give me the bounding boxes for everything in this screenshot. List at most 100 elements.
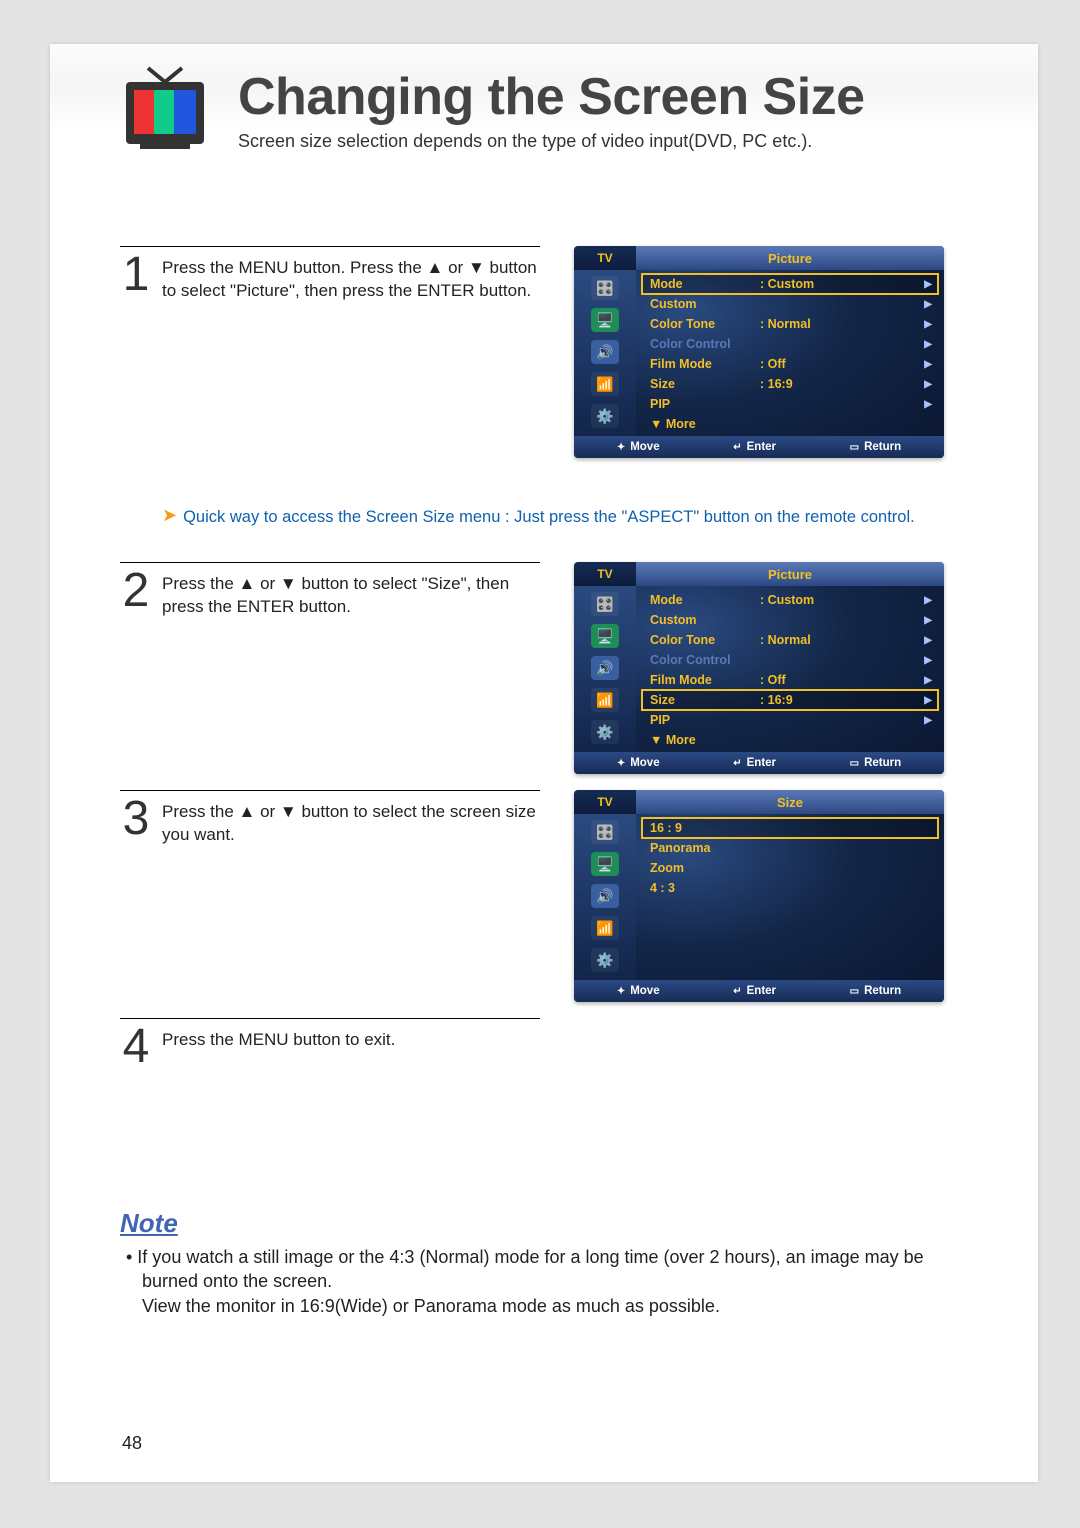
channel-category-icon: 📶 (591, 688, 619, 712)
note-body: • If you watch a still image or the 4:3 … (120, 1245, 968, 1318)
osd-menu-item[interactable]: Color Control ▶ (642, 334, 938, 354)
osd-menu-item[interactable] (642, 918, 938, 938)
updown-icon: ✦ (617, 442, 625, 453)
chevron-right-icon: ▶ (924, 319, 932, 330)
updown-icon: ✦ (617, 758, 625, 769)
osd-item-label: Mode (650, 593, 760, 607)
step-text: Press the MENU button. Press the ▲ or ▼ … (162, 255, 540, 303)
sound-category-icon: 🔊 (591, 884, 619, 908)
osd-menu-item[interactable]: Color Tone : Normal ▶ (642, 630, 938, 650)
osd-item-label: Color Control (650, 653, 760, 667)
osd-footer-hints: ✦ Move ↵ Enter ▭ Return (574, 436, 944, 458)
picture-category-icon: 🎛️ (591, 276, 619, 300)
quick-tip-text: Quick way to access the Screen Size menu… (183, 506, 915, 528)
osd-item-label: Panorama (650, 841, 760, 855)
enter-icon: ↵ (733, 758, 741, 769)
setup-category-icon: ⚙️ (591, 404, 619, 428)
header: Changing the Screen Size Screen size sel… (120, 64, 968, 152)
osd-item-label: PIP (650, 713, 760, 727)
channel-category-icon: 📶 (591, 916, 619, 940)
osd-menu-item[interactable]: PIP ▶ (642, 394, 938, 414)
sound-category-icon: 🔊 (591, 340, 619, 364)
osd-item-label (650, 961, 760, 975)
chevron-right-icon: ▶ (924, 299, 932, 310)
step-3: 3 Press the ▲ or ▼ button to select the … (120, 790, 968, 1002)
osd-menu-item[interactable]: Film Mode : Off ▶ (642, 354, 938, 374)
osd-menu-item[interactable]: 4 : 3 (642, 878, 938, 898)
osd-item-label: 4 : 3 (650, 881, 760, 895)
osd-menu-item[interactable]: Mode : Custom ▶ (642, 274, 938, 294)
osd-menu-title: Size (636, 790, 944, 814)
osd-item-label: Size (650, 377, 760, 391)
osd-source-label: TV (574, 562, 636, 586)
osd-source-label: TV (574, 790, 636, 814)
osd-menu-item[interactable]: Size : 16:9 ▶ (642, 690, 938, 710)
setup-category-icon: ⚙️ (591, 720, 619, 744)
osd-item-value: : 16:9 (760, 693, 930, 707)
osd-menu-item[interactable]: Custom ▶ (642, 294, 938, 314)
chevron-right-icon: ▶ (924, 655, 932, 666)
enter-icon: ↵ (733, 442, 741, 453)
osd-menu-list: Mode : Custom ▶ Custom ▶ Color Tone : No… (636, 586, 944, 752)
osd-menu-item[interactable]: PIP ▶ (642, 710, 938, 730)
enter-icon: ↵ (733, 986, 741, 997)
osd-menu-item[interactable] (642, 898, 938, 918)
osd-menu-item[interactable] (642, 958, 938, 978)
page-number: 48 (122, 1433, 142, 1454)
osd-category-sidebar: 🎛️ 🖥️ 🔊 📶 ⚙️ (574, 586, 636, 752)
step-number: 1 (120, 255, 152, 303)
osd-item-label: 16 : 9 (650, 821, 760, 835)
page-subtitle: Screen size selection depends on the typ… (238, 131, 968, 152)
osd-item-label: Color Tone (650, 633, 760, 647)
osd-menu-item[interactable]: 16 : 9 (642, 818, 938, 838)
osd-source-label: TV (574, 246, 636, 270)
osd-menu-item[interactable]: Color Control ▶ (642, 650, 938, 670)
chevron-right-icon: ▶ (924, 595, 932, 606)
osd-item-label: Film Mode (650, 357, 760, 371)
step-number: 3 (120, 799, 152, 847)
step-4: 4 Press the MENU button to exit. (120, 1018, 968, 1068)
osd-menu-item[interactable]: Color Tone : Normal ▶ (642, 314, 938, 334)
osd-menu-item[interactable]: Film Mode : Off ▶ (642, 670, 938, 690)
osd-item-label (650, 921, 760, 935)
osd-menu-item[interactable]: Custom ▶ (642, 610, 938, 630)
osd-item-label: Film Mode (650, 673, 760, 687)
osd-item-label: Size (650, 693, 760, 707)
osd-item-label (650, 901, 760, 915)
osd-footer-hints: ✦ Move ↵ Enter ▭ Return (574, 980, 944, 1002)
osd-menu-item[interactable]: ▼ More (642, 414, 938, 434)
chevron-right-icon: ▶ (924, 695, 932, 706)
chevron-right-icon: ▶ (924, 675, 932, 686)
step-text: Press the ▲ or ▼ button to select the sc… (162, 799, 540, 847)
picture-category-icon: 🎛️ (591, 592, 619, 616)
osd-menu-item[interactable]: Panorama (642, 838, 938, 858)
tv-icon (120, 64, 210, 152)
step-number: 2 (120, 571, 152, 619)
osd-item-value: : Custom (760, 593, 930, 607)
osd-item-label (650, 941, 760, 955)
updown-icon: ✦ (617, 986, 625, 997)
osd-menu-title: Picture (636, 246, 944, 270)
osd-item-label: ▼ More (650, 417, 760, 431)
picture-category-icon: 🎛️ (591, 820, 619, 844)
osd-menu-item[interactable]: Zoom (642, 858, 938, 878)
osd-category-sidebar: 🎛️ 🖥️ 🔊 📶 ⚙️ (574, 814, 636, 980)
step-2: 2 Press the ▲ or ▼ button to select "Siz… (120, 562, 968, 774)
osd-menu-item[interactable]: ▼ More (642, 730, 938, 750)
osd-item-label: Custom (650, 297, 760, 311)
osd-item-label: Custom (650, 613, 760, 627)
osd-menu-item[interactable]: Mode : Custom ▶ (642, 590, 938, 610)
osd-item-value: : Normal (760, 317, 930, 331)
osd-menu-item[interactable]: Size : 16:9 ▶ (642, 374, 938, 394)
quick-tip: ➤ Quick way to access the Screen Size me… (162, 506, 968, 528)
osd-item-label: PIP (650, 397, 760, 411)
display-category-icon: 🖥️ (591, 624, 619, 648)
chevron-right-icon: ▶ (924, 635, 932, 646)
osd-item-label: Color Control (650, 337, 760, 351)
arrow-icon: ➤ (162, 506, 177, 526)
osd-menu-item[interactable] (642, 938, 938, 958)
sound-category-icon: 🔊 (591, 656, 619, 680)
chevron-right-icon: ▶ (924, 399, 932, 410)
display-category-icon: 🖥️ (591, 852, 619, 876)
channel-category-icon: 📶 (591, 372, 619, 396)
